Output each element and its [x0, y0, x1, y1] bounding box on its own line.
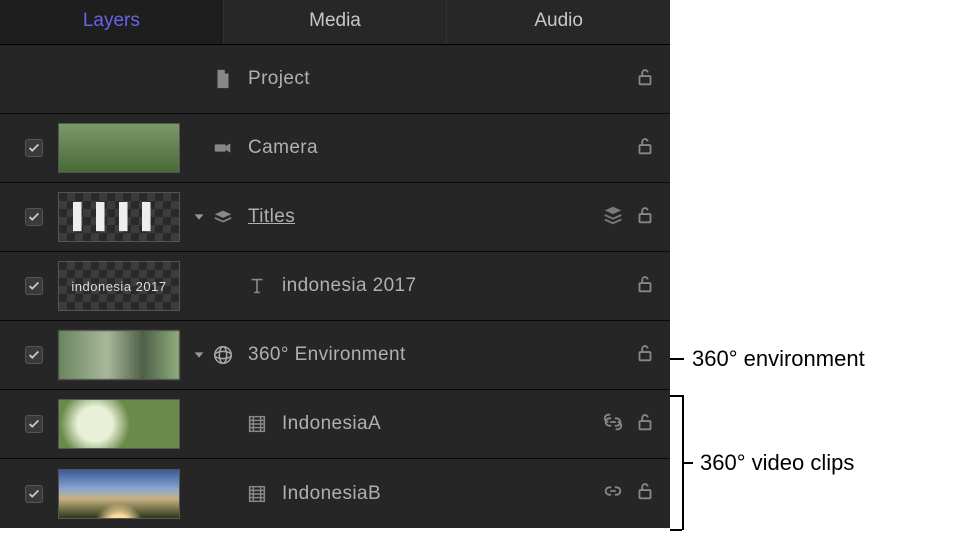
- thumbnail[interactable]: [58, 330, 180, 380]
- callout-bracket: [670, 529, 682, 531]
- tab-bar: Layers Media Audio: [0, 0, 670, 45]
- row-camera[interactable]: Camera: [0, 114, 670, 183]
- disclosure-triangle-icon[interactable]: [190, 348, 208, 362]
- thumbnail[interactable]: [58, 123, 180, 173]
- row-label: indonesia 2017: [282, 275, 634, 297]
- link-icon[interactable]: [602, 480, 624, 507]
- lock-icon[interactable]: [634, 273, 656, 300]
- row-360-environment[interactable]: 360° Environment: [0, 321, 670, 390]
- visibility-checkbox[interactable]: [25, 415, 43, 433]
- text-icon: [242, 275, 272, 297]
- visibility-checkbox[interactable]: [25, 139, 43, 157]
- row-label: Project: [248, 68, 634, 90]
- row-clip-indonesia-b[interactable]: IndonesiaB: [0, 459, 670, 528]
- lock-icon[interactable]: [634, 135, 656, 162]
- lock-icon[interactable]: [634, 411, 656, 438]
- tab-audio[interactable]: Audio: [447, 0, 670, 44]
- callout-360-video-clips: 360° video clips: [700, 450, 854, 476]
- visibility-checkbox[interactable]: [25, 485, 43, 503]
- row-label: IndonesiaA: [282, 413, 602, 435]
- callout-360-environment: 360° environment: [692, 346, 865, 372]
- row-project[interactable]: Project: [0, 45, 670, 114]
- thumbnail-text: indonesia 2017: [59, 262, 179, 310]
- lock-icon[interactable]: [634, 480, 656, 507]
- row-label: Titles: [248, 206, 602, 228]
- thumbnail[interactable]: [58, 469, 180, 519]
- row-label: IndonesiaB: [282, 483, 602, 505]
- thumbnail[interactable]: indonesia 2017: [58, 261, 180, 311]
- row-label: 360° Environment: [248, 344, 634, 366]
- callout-line: [670, 358, 684, 360]
- filmstrip-icon: [242, 413, 272, 435]
- callout-bracket: [683, 462, 693, 464]
- disclosure-triangle-icon[interactable]: [190, 210, 208, 224]
- filmstrip-icon: [242, 483, 272, 505]
- visibility-checkbox[interactable]: [25, 208, 43, 226]
- sphere-360-icon: [208, 344, 238, 366]
- row-clip-indonesia-a[interactable]: IndonesiaA: [0, 390, 670, 459]
- lock-icon[interactable]: [634, 66, 656, 93]
- project-icon: [208, 68, 238, 90]
- layers-panel: Layers Media Audio Project Camera: [0, 0, 670, 528]
- stack-icon[interactable]: [602, 204, 624, 231]
- camera-icon: [208, 137, 238, 159]
- tab-layers[interactable]: Layers: [0, 0, 224, 44]
- row-label: Camera: [248, 137, 634, 159]
- visibility-checkbox[interactable]: [25, 346, 43, 364]
- layers-group-icon: [208, 206, 238, 228]
- lock-icon[interactable]: [634, 342, 656, 369]
- tab-media[interactable]: Media: [224, 0, 448, 44]
- link-icon[interactable]: [602, 411, 624, 438]
- row-titles-group[interactable]: ▌▌▌▌ Titles: [0, 183, 670, 252]
- row-title-text[interactable]: indonesia 2017 indonesia 2017: [0, 252, 670, 321]
- thumbnail[interactable]: ▌▌▌▌: [58, 192, 180, 242]
- lock-icon[interactable]: [634, 204, 656, 231]
- visibility-checkbox[interactable]: [25, 277, 43, 295]
- callout-bracket: [670, 395, 682, 397]
- thumbnail[interactable]: [58, 399, 180, 449]
